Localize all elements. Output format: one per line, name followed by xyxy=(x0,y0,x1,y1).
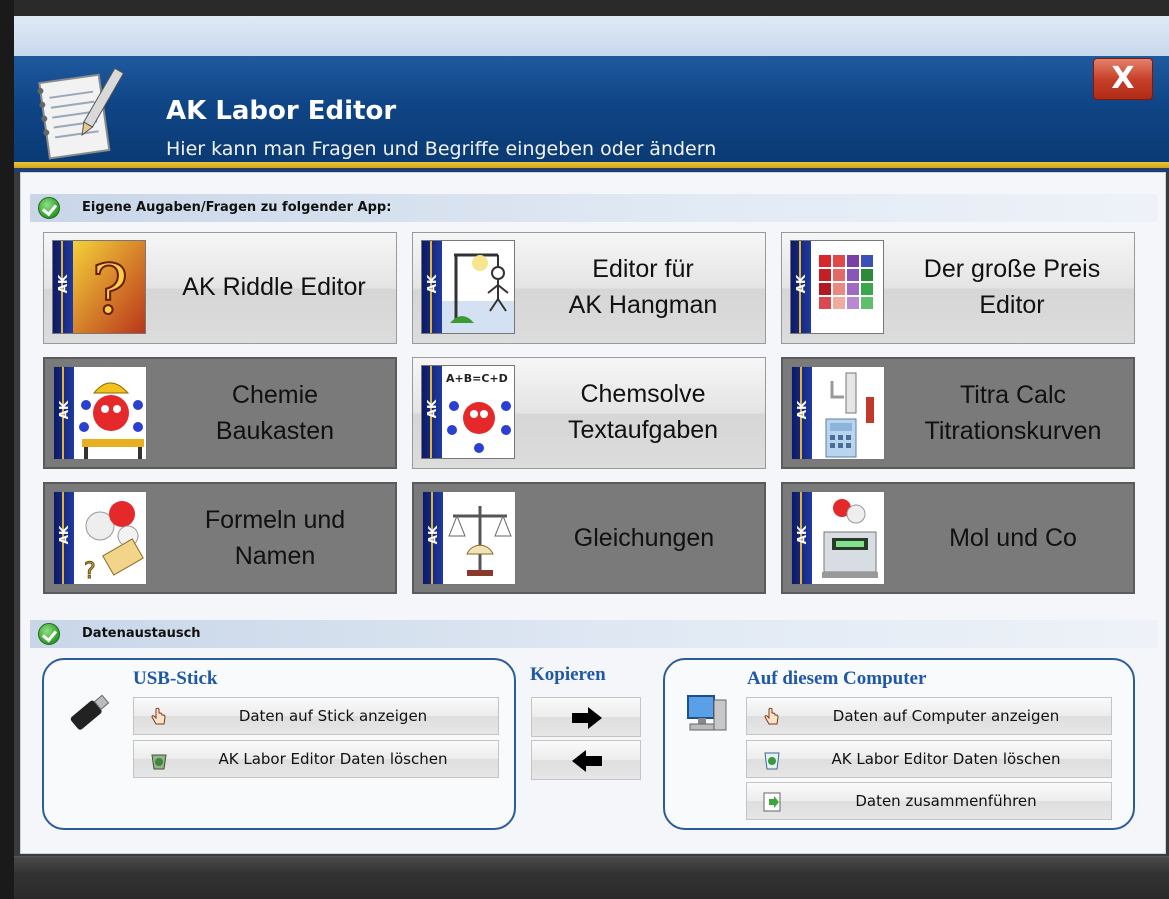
tile-titra-calc[interactable]: AK Titra Calc Titrationskurven xyxy=(781,357,1135,469)
equation-molecule-icon: A+B=C+D AK xyxy=(421,365,515,459)
section-label-apps: Eigene Augaben/Fragen zu folgender App: xyxy=(82,200,392,215)
riddle-question-icon: ? AK xyxy=(52,240,146,334)
arrow-left-icon xyxy=(572,750,602,772)
tile-label: Chemsolve Textaufgaben xyxy=(567,379,719,444)
titration-icon: AK xyxy=(791,366,885,460)
status-bar xyxy=(14,856,1169,899)
svg-text:?: ? xyxy=(84,559,96,584)
svg-text:A+B=C+D: A+B=C+D xyxy=(446,372,508,385)
notepad-pencil-icon xyxy=(37,67,125,160)
section-header-apps: Eigene Augaben/Fragen zu folgender App: xyxy=(30,194,1158,222)
app-title: AK Labor Editor xyxy=(166,96,397,126)
copy-to-computer-button[interactable] xyxy=(531,697,641,737)
tile-preis-editor[interactable]: AK Der große Preis Editor xyxy=(781,232,1135,344)
copy-title: Kopieren xyxy=(530,664,606,685)
merge-document-icon xyxy=(763,792,781,812)
section-label-exchange: Datenaustausch xyxy=(82,626,201,641)
recycle-bin-icon xyxy=(151,754,167,770)
tile-riddle-editor[interactable]: ? AK AK Riddle Editor xyxy=(43,232,397,344)
recycle-bin-icon xyxy=(764,752,780,770)
tile-chemsolve[interactable]: A+B=C+D AK Chemsolve Textaufgaben xyxy=(412,357,766,469)
lab-scale-icon: AK xyxy=(791,491,885,585)
tile-hangman-editor[interactable]: AK Editor für AK Hangman xyxy=(412,232,766,344)
computer-show-data-button[interactable]: Daten auf Computer anzeigen xyxy=(746,697,1112,735)
svg-text:?: ? xyxy=(92,251,128,330)
app-window: AK Labor Editor Hier kann man Fragen und… xyxy=(0,0,1169,899)
molecule-tag-icon: ? AK xyxy=(53,491,147,585)
usb-title: USB-Stick xyxy=(133,668,218,689)
checkmark-icon xyxy=(38,623,60,645)
hand-pointer-icon xyxy=(151,707,166,725)
arrow-right-icon xyxy=(572,707,602,729)
tile-label: Chemie Baukasten xyxy=(215,380,335,445)
window-edge xyxy=(0,0,14,899)
usb-stick-icon xyxy=(70,694,110,730)
hangman-icon: AK xyxy=(421,240,515,334)
title-bar[interactable] xyxy=(14,16,1169,56)
tile-label: Gleichungen xyxy=(573,523,715,552)
tile-label: Mol und Co xyxy=(949,523,1077,552)
tile-chemie-baukasten[interactable]: AK Chemie Baukasten xyxy=(43,357,397,469)
usb-show-data-button[interactable]: Daten auf Stick anzeigen xyxy=(133,697,499,735)
tile-label: AK Riddle Editor xyxy=(182,272,366,301)
balance-scale-icon: AK xyxy=(422,491,516,585)
tile-label: Der große Preis Editor xyxy=(923,254,1101,319)
tile-gleichungen[interactable]: AK Gleichungen xyxy=(412,482,766,594)
tile-formeln-namen[interactable]: ? AK Formeln und Namen xyxy=(43,482,397,594)
hand-pointer-icon xyxy=(764,707,779,725)
header-stripe xyxy=(14,162,1169,172)
app-subtitle: Hier kann man Fragen und Begriffe eingeb… xyxy=(166,138,717,160)
computer-title: Auf diesem Computer xyxy=(747,668,927,689)
color-grid-icon: AK xyxy=(790,240,884,334)
copy-to-stick-button[interactable] xyxy=(531,740,641,780)
computer-delete-data-button[interactable]: AK Labor Editor Daten löschen xyxy=(746,740,1112,778)
checkmark-icon xyxy=(38,197,60,219)
tile-label: Editor für AK Hangman xyxy=(568,254,718,319)
close-button[interactable]: X xyxy=(1093,58,1153,100)
computer-icon xyxy=(687,695,727,731)
molecule-builder-icon: AK xyxy=(53,366,147,460)
usb-delete-data-button[interactable]: AK Labor Editor Daten löschen xyxy=(133,740,499,778)
window-top-edge xyxy=(14,0,1169,16)
section-header-exchange: Datenaustausch xyxy=(30,620,1158,648)
tile-label: Formeln und Namen xyxy=(204,505,346,570)
computer-merge-data-button[interactable]: Daten zusammenführen xyxy=(746,782,1112,820)
tile-mol-und-co[interactable]: AK Mol und Co xyxy=(781,482,1135,594)
tile-label: Titra Calc Titrationskurven xyxy=(924,380,1102,445)
